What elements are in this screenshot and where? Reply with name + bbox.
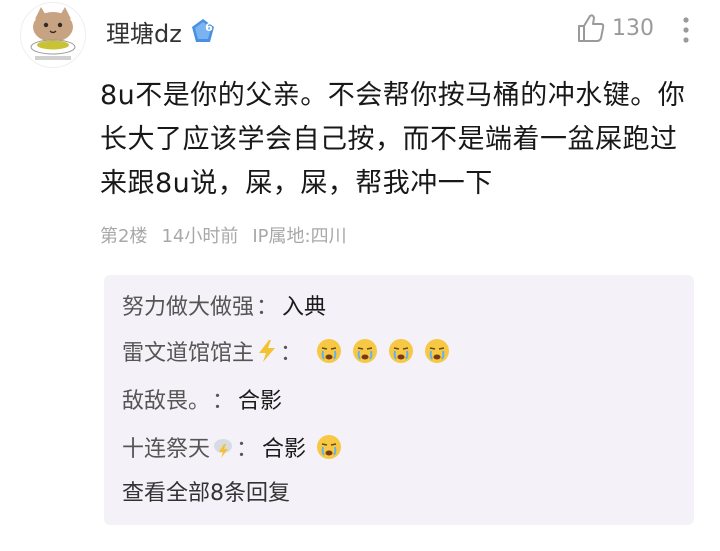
reply-separator: ： bbox=[236, 437, 259, 462]
like-count: 130 bbox=[612, 15, 654, 41]
reply-separator: ： bbox=[212, 389, 235, 414]
view-all-replies-link[interactable]: 查看全部8条回复 bbox=[122, 475, 290, 507]
comment-text: 8u不是你的父亲。不会帮你按马桶的冲水键。你长大了应该学会自己按，而不是端着一盆… bbox=[100, 80, 686, 199]
reply-content: 入典 bbox=[282, 295, 327, 320]
reply-item[interactable]: 敌敌畏。 ： 合影 bbox=[122, 379, 282, 419]
post-time: 14小时前 bbox=[161, 226, 239, 247]
tears-face-emoji bbox=[388, 338, 414, 364]
vertical-dots-icon bbox=[683, 17, 689, 43]
thumbs-up-icon bbox=[578, 14, 605, 42]
tears-face-emoji bbox=[352, 338, 378, 364]
reply-author[interactable]: 雷文道馆馆主 bbox=[122, 335, 254, 367]
tears-face-emoji bbox=[316, 434, 342, 460]
lightning-icon bbox=[256, 339, 278, 363]
level-badge-text: 6 bbox=[205, 21, 213, 34]
like-button[interactable]: 130 bbox=[576, 12, 654, 44]
floor-number: 第2楼 bbox=[100, 226, 148, 247]
ip-location: IP属地:四川 bbox=[252, 226, 347, 247]
tears-face-emoji bbox=[424, 338, 450, 364]
reply-author[interactable]: 十连祭天 bbox=[122, 431, 210, 463]
username[interactable]: 理塘dz bbox=[106, 14, 182, 49]
reply-item[interactable]: 雷文道馆馆主 ： bbox=[122, 331, 450, 371]
more-options-button[interactable] bbox=[672, 10, 700, 50]
avatar[interactable] bbox=[20, 2, 86, 68]
reply-separator: ： bbox=[256, 295, 279, 320]
comment-meta: 第2楼 14小时前 IP属地:四川 bbox=[100, 222, 347, 248]
thunder-cloud-icon bbox=[212, 435, 234, 459]
cat-avatar-icon bbox=[21, 3, 85, 67]
reply-item[interactable]: 努力做大做强 ： 入典 bbox=[122, 285, 326, 325]
reply-content: 合影 bbox=[262, 437, 307, 462]
reply-item[interactable]: 十连祭天 ： 合影 bbox=[122, 427, 342, 467]
reply-content: 合影 bbox=[238, 389, 283, 414]
reply-author[interactable]: 努力做大做强 bbox=[122, 289, 254, 321]
reply-preview-box[interactable]: 努力做大做强 ： 入典 雷文道馆馆主 ： 敌敌畏。 ： 合影 十连祭天 ： 合影… bbox=[104, 275, 694, 525]
reply-separator: ： bbox=[280, 341, 303, 366]
reply-author[interactable]: 敌敌畏。 bbox=[122, 383, 210, 415]
tears-face-emoji bbox=[316, 338, 342, 364]
